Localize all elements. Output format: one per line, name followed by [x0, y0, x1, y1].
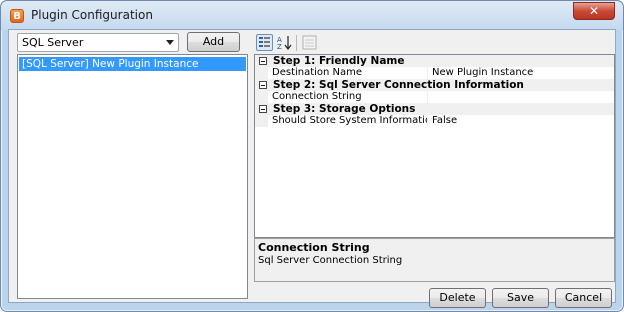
collapse-icon[interactable] [259, 81, 267, 89]
plugin-instance-list[interactable]: [SQL Server] New Plugin Instance [17, 54, 248, 299]
row-gutter [255, 91, 268, 103]
property-value[interactable]: False [432, 115, 457, 127]
property-row-store-system-info[interactable]: Should Store System Information False [255, 115, 614, 127]
category-storage-options[interactable]: Step 3: Storage Options [255, 103, 614, 115]
property-name: Should Store System Information [272, 115, 428, 127]
svg-text:Z: Z [277, 43, 282, 51]
property-value[interactable]: New Plugin Instance [432, 67, 533, 79]
category-label: Step 3: Storage Options [273, 103, 416, 115]
property-grid-toolbar: A Z [254, 33, 612, 54]
app-icon: B [10, 9, 24, 23]
list-item-selected-instance[interactable]: [SQL Server] New Plugin Instance [19, 57, 246, 71]
description-text: Sql Server Connection String [258, 255, 403, 266]
alphabetical-sort-icon[interactable]: A Z [276, 34, 293, 51]
plugin-type-select-value: SQL Server [22, 36, 84, 49]
categorized-view-icon[interactable] [256, 34, 273, 51]
toolbar-separator [296, 35, 297, 51]
save-button[interactable]: Save [492, 288, 549, 308]
window-title: Plugin Configuration [31, 8, 153, 22]
plugin-type-select[interactable]: SQL Server [17, 33, 179, 52]
property-grid[interactable]: Step 1: Friendly Name Destination Name N… [254, 54, 615, 238]
category-label: Step 1: Friendly Name [273, 55, 405, 67]
collapse-icon[interactable] [259, 105, 267, 113]
property-row-destination-name[interactable]: Destination Name New Plugin Instance [255, 67, 614, 79]
collapse-icon[interactable] [259, 57, 267, 65]
description-title: Connection String [258, 241, 370, 254]
chevron-down-icon[interactable] [166, 40, 174, 45]
title-bar[interactable]: B Plugin Configuration ✕ [1, 1, 623, 30]
property-pages-icon[interactable] [301, 34, 318, 51]
delete-button[interactable]: Delete [429, 288, 486, 308]
row-gutter [255, 67, 268, 79]
plugin-configuration-window: B Plugin Configuration ✕ SQL Server Add … [0, 0, 624, 312]
property-row-connection-string[interactable]: Connection String [255, 91, 614, 103]
add-button[interactable]: Add [187, 32, 240, 52]
row-gutter [255, 115, 268, 127]
dialog-client-area: SQL Server Add [SQL Server] New Plugin I… [8, 29, 616, 308]
property-name: Connection String [272, 91, 428, 103]
close-button[interactable]: ✕ [573, 2, 615, 20]
property-description-pane: Connection String Sql Server Connection … [254, 238, 615, 282]
property-name: Destination Name [272, 67, 428, 79]
category-friendly-name[interactable]: Step 1: Friendly Name [255, 55, 614, 67]
cancel-button[interactable]: Cancel [555, 288, 612, 308]
category-label: Step 2: Sql Server Connection Informatio… [273, 79, 524, 91]
close-icon: ✕ [588, 4, 600, 18]
category-sql-server-connection[interactable]: Step 2: Sql Server Connection Informatio… [255, 79, 614, 91]
